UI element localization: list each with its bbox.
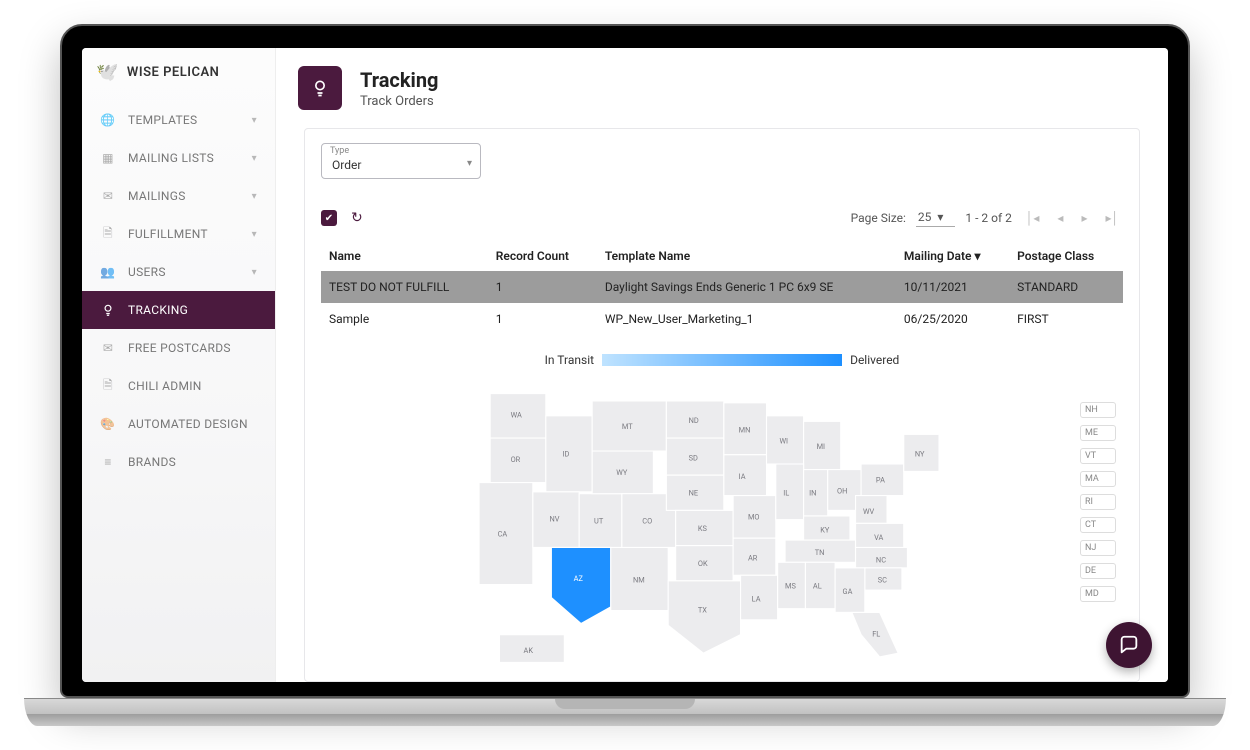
chat-launcher-button[interactable] [1106,622,1152,668]
laptop-frame [24,698,1226,726]
sidebar-item-chili-admin[interactable]: 🗎 CHILI ADMIN [82,367,275,405]
col-name[interactable]: Name [321,241,488,271]
tracking-panel: Type Order ▾ ✔ ↻ Page Size: 25 ▾ 1 - 2 o… [304,128,1140,682]
state-box[interactable]: MD [1080,586,1116,602]
state-box[interactable]: CT [1080,517,1116,533]
sidebar-item-label: AUTOMATED DESIGN [128,417,248,431]
sidebar-item-label: MAILINGS [128,189,186,203]
list-icon: ≡ [100,454,116,470]
chat-icon [1118,634,1140,656]
table-row[interactable]: TEST DO NOT FULFILL 1 Daylight Savings E… [321,271,1123,303]
sidebar-item-label: USERS [128,265,166,279]
legend-left: In Transit [545,353,594,367]
col-mailing-date[interactable]: Mailing Date ▾ [896,241,1009,271]
sidebar: 🕊️ WISE PELICAN 🌐 TEMPLATES ▾ ▦ MAILING … [82,48,276,682]
refresh-button[interactable]: ↻ [351,210,363,226]
sidebar-item-templates[interactable]: 🌐 TEMPLATES ▾ [82,101,275,139]
app-screen: 🕊️ WISE PELICAN 🌐 TEMPLATES ▾ ▦ MAILING … [82,48,1168,682]
type-value: Order [332,158,361,172]
col-template-name[interactable]: Template Name [597,241,896,271]
sidebar-item-automated-design[interactable]: 🎨 AUTOMATED DESIGN [82,405,275,443]
sidebar-item-label: CHILI ADMIN [128,379,202,393]
sidebar-item-label: FREE POSTCARDS [128,341,231,355]
page-size-label: Page Size: [851,211,906,225]
sidebar-item-label: BRANDS [128,455,176,469]
sidebar-item-mailings[interactable]: ✉ MAILINGS ▾ [82,177,275,215]
chevron-down-icon: ▾ [252,153,257,164]
users-icon: 👥 [100,264,116,280]
legend-right: Delivered [850,353,899,367]
state-box[interactable]: RI [1080,494,1116,510]
table-toolbar: ✔ ↻ Page Size: 25 ▾ 1 - 2 of 2 │◂ ◂ ▸ ▸│ [321,207,1123,229]
brand: 🕊️ WISE PELICAN [82,48,275,101]
us-map: WA OR CA ID NV UT AZ MT WY CO NM ND [321,375,1123,681]
col-postage-class[interactable]: Postage Class [1009,241,1123,271]
page-header: Tracking Track Orders [276,48,1168,116]
table-row[interactable]: Sample 1 WP_New_User_Marketing_1 06/25/2… [321,303,1123,335]
chevron-down-icon: ▾ [252,115,257,126]
sidebar-item-free-postcards[interactable]: ✉ FREE POSTCARDS [82,329,275,367]
east-coast-state-boxes: NH ME VT MA RI CT NJ DE MD [1078,400,1118,604]
mail-icon: ✉ [100,340,116,356]
state-box[interactable]: ME [1080,425,1116,441]
chevron-down-icon: ▾ [252,267,257,278]
chevron-down-icon: ▾ [252,229,257,240]
page-range: 1 - 2 of 2 [965,211,1011,225]
sidebar-item-label: MAILING LISTS [128,151,214,165]
sidebar-item-mailing-lists[interactable]: ▦ MAILING LISTS ▾ [82,139,275,177]
table-header-row: Name Record Count Template Name Mailing … [321,241,1123,271]
page-next-button[interactable]: ▸ [1077,207,1091,229]
lightbulb-icon [310,78,330,98]
brand-name: WISE PELICAN [127,65,219,80]
state-box[interactable]: VT [1080,448,1116,464]
sidebar-item-brands[interactable]: ≡ BRANDS [82,443,275,481]
globe-icon: 🌐 [100,112,116,128]
select-all-checkbox[interactable]: ✔ [321,210,337,226]
lightbulb-icon [100,302,116,318]
sidebar-item-users[interactable]: 👥 USERS ▾ [82,253,275,291]
chevron-down-icon: ▾ [467,158,472,169]
legend-gradient [602,354,842,366]
page-size-select[interactable]: 25 ▾ [916,210,955,227]
sidebar-item-fulfillment[interactable]: 🗎 FULFILLMENT ▾ [82,215,275,253]
palette-icon: 🎨 [100,416,116,432]
pagination: Page Size: 25 ▾ 1 - 2 of 2 │◂ ◂ ▸ ▸│ [851,207,1123,229]
state-box[interactable]: MA [1080,471,1116,487]
sidebar-item-tracking[interactable]: TRACKING [82,291,275,329]
page-subtitle: Track Orders [360,94,438,109]
sidebar-item-label: TEMPLATES [128,113,197,127]
chevron-down-icon: ▾ [252,191,257,202]
pelican-logo-icon: 🕊️ [96,62,119,83]
state-box[interactable]: NJ [1080,540,1116,556]
sort-desc-icon: ▾ [974,249,980,263]
page-title: Tracking [360,68,438,92]
sidebar-item-label: TRACKING [128,303,188,317]
state-box[interactable]: NH [1080,402,1116,418]
document-icon: 🗎 [100,378,116,394]
page-first-button[interactable]: │◂ [1022,207,1044,229]
state-box[interactable]: DE [1080,563,1116,579]
map-legend: In Transit Delivered [321,353,1123,367]
document-icon: 🗎 [100,226,116,242]
sidebar-item-label: FULFILLMENT [128,227,208,241]
main-content: Tracking Track Orders Type Order ▾ ✔ ↻ [276,48,1168,682]
mail-icon: ✉ [100,188,116,204]
page-prev-button[interactable]: ◂ [1053,207,1067,229]
grid-icon: ▦ [100,150,116,166]
orders-table: Name Record Count Template Name Mailing … [321,241,1123,335]
page-last-button[interactable]: ▸│ [1101,207,1123,229]
page-icon-badge [298,66,342,110]
col-record-count[interactable]: Record Count [488,241,597,271]
type-label: Type [330,146,349,156]
type-select[interactable]: Type Order ▾ [321,143,481,179]
